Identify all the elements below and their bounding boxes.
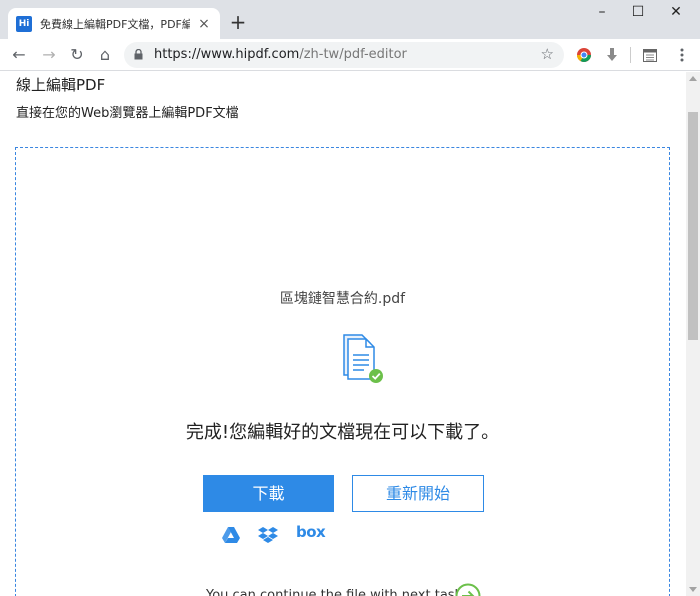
tab-title: 免費線上編輯PDF文檔，PDF編輯: [40, 17, 190, 31]
close-window-icon[interactable]: ✕: [666, 4, 686, 20]
calendar-extension-icon[interactable]: [642, 47, 658, 63]
new-tab-icon[interactable]: +: [228, 12, 248, 32]
lock-icon: [134, 49, 143, 60]
restart-button[interactable]: 重新開始: [352, 475, 484, 512]
hipdf-favicon-icon: Hi: [16, 15, 32, 32]
reload-icon[interactable]: ↻: [66, 44, 88, 66]
next-task-arrow-icon[interactable]: [455, 583, 481, 596]
minimize-icon[interactable]: –: [592, 4, 612, 20]
scroll-thumb[interactable]: [688, 112, 698, 340]
address-bar[interactable]: https://www.hipdf.com/zh-tw/pdf-editor ☆: [124, 42, 564, 68]
file-name: 區塊鏈智慧合約.pdf: [279, 291, 406, 307]
menu-kebab-icon[interactable]: [674, 47, 690, 63]
url-host: https://www.hipdf.com: [154, 47, 300, 62]
toolbar-divider: [630, 47, 631, 63]
forward-icon[interactable]: →: [38, 44, 60, 66]
download-button[interactable]: 下載: [203, 475, 334, 512]
page-title: 線上編輯PDF: [16, 76, 106, 94]
page-content: 線上編輯PDF 直接在您的Web瀏覽器上編輯PDF文檔 區塊鏈智慧合約.pdf …: [0, 72, 686, 596]
document-complete-icon: [343, 334, 383, 383]
chrome-extension-icon[interactable]: [576, 47, 592, 63]
home-icon[interactable]: ⌂: [94, 44, 116, 66]
scroll-up-icon[interactable]: [689, 76, 697, 81]
completion-message: 完成!您編輯好的文檔現在可以下載了。: [185, 422, 500, 443]
google-drive-icon[interactable]: [221, 525, 241, 545]
browser-tab[interactable]: Hi 免費線上編輯PDF文檔，PDF編輯 ×: [8, 8, 220, 39]
bookmark-star-icon[interactable]: ☆: [541, 45, 554, 63]
result-panel: 區塊鏈智慧合約.pdf 完成!您編輯好的文檔現在可以下載了。 下載 重新開始 b…: [15, 147, 670, 596]
browser-toolbar: ← → ↻ ⌂ https://www.hipdf.com/zh-tw/pdf-…: [0, 39, 700, 71]
scroll-down-icon[interactable]: [689, 587, 697, 592]
download-icon[interactable]: [604, 47, 620, 63]
page-scrollbar[interactable]: [686, 72, 700, 596]
continue-text: You can continue the file with next task: [206, 588, 463, 596]
back-icon[interactable]: ←: [8, 44, 30, 66]
page-subtitle: 直接在您的Web瀏覽器上編輯PDF文檔: [16, 106, 239, 121]
box-icon[interactable]: box: [296, 523, 326, 541]
url-path: /zh-tw/pdf-editor: [299, 47, 407, 62]
dropbox-icon[interactable]: [258, 525, 278, 545]
maximize-icon[interactable]: ☐: [628, 4, 648, 20]
url-text: https://www.hipdf.com/zh-tw/pdf-editor: [154, 47, 407, 62]
tab-close-icon[interactable]: ×: [196, 16, 212, 32]
tab-strip: Hi 免費線上編輯PDF文檔，PDF編輯 × + – ☐ ✕: [0, 0, 700, 39]
